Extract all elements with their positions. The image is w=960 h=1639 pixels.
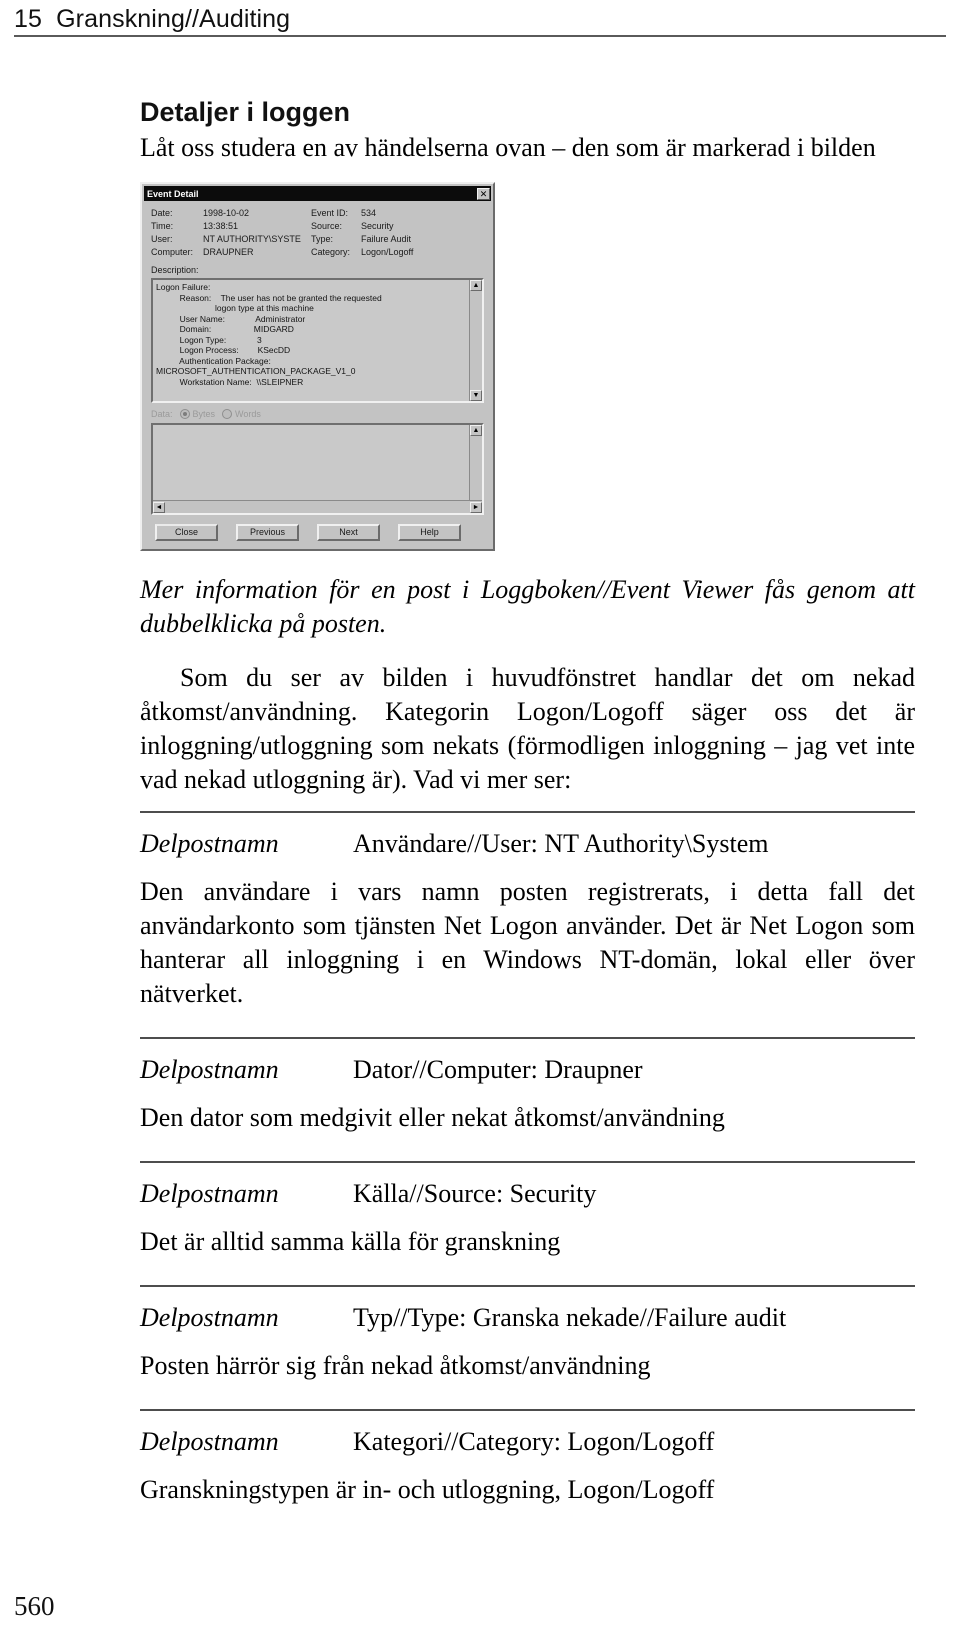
data-scroll-left-icon[interactable]: ◄ bbox=[153, 501, 165, 513]
help-button[interactable]: Help bbox=[398, 524, 461, 541]
radio-bytes[interactable]: Bytes bbox=[179, 408, 216, 420]
window-body: Date: 1998-10-02 Event ID: 534 Time: 13:… bbox=[142, 201, 493, 549]
section-heading: Detaljer i loggen bbox=[140, 97, 351, 127]
data-scroll-right-icon[interactable]: ► bbox=[470, 501, 482, 513]
event-detail-window: Event Detail ✕ Date: 1998-10-02 Event ID… bbox=[140, 182, 495, 551]
radio-bytes-label: Bytes bbox=[192, 409, 216, 419]
chapter-number: 15 bbox=[14, 5, 43, 33]
definition-row: Delpostnamn Dator//Computer: Draupner bbox=[140, 1053, 915, 1087]
description-text: Logon Failure: Reason: The user has not … bbox=[156, 282, 382, 387]
definition-value: Källa//Source: Security bbox=[353, 1179, 597, 1208]
close-button[interactable]: Close bbox=[155, 524, 218, 541]
radio-words-icon bbox=[222, 409, 233, 419]
entry-divider bbox=[140, 1409, 915, 1411]
definition-description: Posten härrör sig från nekad åtkomst/anv… bbox=[140, 1351, 651, 1380]
entry-divider bbox=[140, 1161, 915, 1163]
radio-bytes-icon bbox=[179, 409, 190, 419]
radio-words[interactable]: Words bbox=[222, 408, 261, 420]
data-scroll-up-icon[interactable]: ▲ bbox=[470, 425, 482, 436]
description-label: Description: bbox=[151, 265, 199, 275]
radio-words-label: Words bbox=[235, 409, 261, 419]
computer-label: Computer: bbox=[151, 247, 194, 257]
data-horizontal-scrollbar[interactable]: ◄ ► bbox=[153, 500, 482, 513]
source-value: Security bbox=[361, 221, 394, 231]
definition-row: Delpostnamn Källa//Source: Security bbox=[140, 1177, 915, 1211]
computer-value: DRAUPNER bbox=[203, 247, 254, 257]
description-textbox[interactable]: Logon Failure: Reason: The user has not … bbox=[151, 278, 484, 403]
definition-value: Typ//Type: Granska nekade//Failure audit bbox=[353, 1303, 787, 1332]
time-value: 13:38:51 bbox=[203, 221, 239, 231]
definition-row: Delpostnamn Kategori//Category: Logon/Lo… bbox=[140, 1425, 915, 1459]
page-content: Detaljer i loggen Låt oss studera en av … bbox=[140, 96, 915, 1533]
section-lead: Låt oss studera en av händelserna ovan –… bbox=[140, 133, 876, 162]
category-label: Category: bbox=[311, 247, 351, 257]
type-value: Failure Audit bbox=[361, 234, 412, 244]
scroll-up-icon[interactable]: ▲ bbox=[470, 280, 482, 291]
definition-term: Delpostnamn bbox=[140, 1055, 279, 1084]
definition-term: Delpostnamn bbox=[140, 1303, 279, 1332]
definition-description: Den användare i vars namn posten registr… bbox=[140, 877, 915, 1008]
date-label: Date: bbox=[151, 208, 173, 218]
eventid-value: 534 bbox=[361, 208, 377, 218]
previous-button[interactable]: Previous bbox=[236, 524, 299, 541]
type-label: Type: bbox=[311, 234, 334, 244]
definition-description: Det är alltid samma källa för granskning bbox=[140, 1227, 561, 1256]
definition-description: Granskningstypen är in- och utloggning, … bbox=[140, 1475, 715, 1504]
date-value: 1998-10-02 bbox=[203, 208, 250, 218]
window-titlebar: Event Detail ✕ bbox=[144, 186, 491, 201]
data-textbox[interactable]: ▲ ▼ ◄ ► bbox=[151, 423, 484, 515]
header-divider bbox=[14, 35, 946, 37]
definition-term: Delpostnamn bbox=[140, 829, 279, 858]
category-value: Logon/Logoff bbox=[361, 247, 414, 257]
main-paragraph: Som du ser av bilden i huvudfönstret han… bbox=[140, 663, 915, 794]
definition-row: Delpostnamn Typ//Type: Granska nekade//F… bbox=[140, 1301, 915, 1335]
data-format-row: Data: Bytes Words bbox=[151, 408, 484, 420]
definition-term: Delpostnamn bbox=[140, 1179, 279, 1208]
user-value: NT AUTHORITY\SYSTE bbox=[203, 234, 301, 244]
next-button[interactable]: Next bbox=[317, 524, 380, 541]
definition-term: Delpostnamn bbox=[140, 1427, 279, 1456]
entry-divider bbox=[140, 1037, 915, 1039]
close-icon[interactable]: ✕ bbox=[477, 187, 490, 200]
scroll-down-icon[interactable]: ▼ bbox=[470, 390, 482, 401]
dialog-button-row: Close Previous Next Help bbox=[151, 524, 484, 541]
description-vertical-scrollbar[interactable]: ▲ ▼ bbox=[469, 280, 482, 401]
definition-value: Användare//User: NT Authority\System bbox=[353, 829, 769, 858]
data-label: Data: bbox=[151, 409, 173, 419]
figure-caption: Mer information för en post i Loggboken/… bbox=[140, 575, 915, 638]
entry-divider bbox=[140, 811, 915, 813]
event-field-grid: Date: 1998-10-02 Event ID: 534 Time: 13:… bbox=[151, 208, 484, 258]
page-number: 560 bbox=[14, 1591, 55, 1621]
eventid-label: Event ID: bbox=[311, 208, 349, 218]
event-detail-figure: Event Detail ✕ Date: 1998-10-02 Event ID… bbox=[140, 182, 497, 551]
user-label: User: bbox=[151, 234, 173, 244]
definition-description: Den dator som medgivit eller nekat åtkom… bbox=[140, 1103, 725, 1132]
time-label: Time: bbox=[151, 221, 174, 231]
entry-divider bbox=[140, 1285, 915, 1287]
chapter-title: Granskning//Auditing bbox=[56, 5, 291, 33]
definition-row: Delpostnamn Användare//User: NT Authorit… bbox=[140, 827, 915, 861]
running-head: 15 Granskning//Auditing bbox=[14, 4, 946, 40]
definition-value: Dator//Computer: Draupner bbox=[353, 1055, 643, 1084]
running-head-text: 15 Granskning//Auditing bbox=[14, 4, 946, 34]
source-label: Source: bbox=[311, 221, 343, 231]
definition-value: Kategori//Category: Logon/Logoff bbox=[353, 1427, 715, 1456]
window-title: Event Detail bbox=[147, 188, 199, 199]
